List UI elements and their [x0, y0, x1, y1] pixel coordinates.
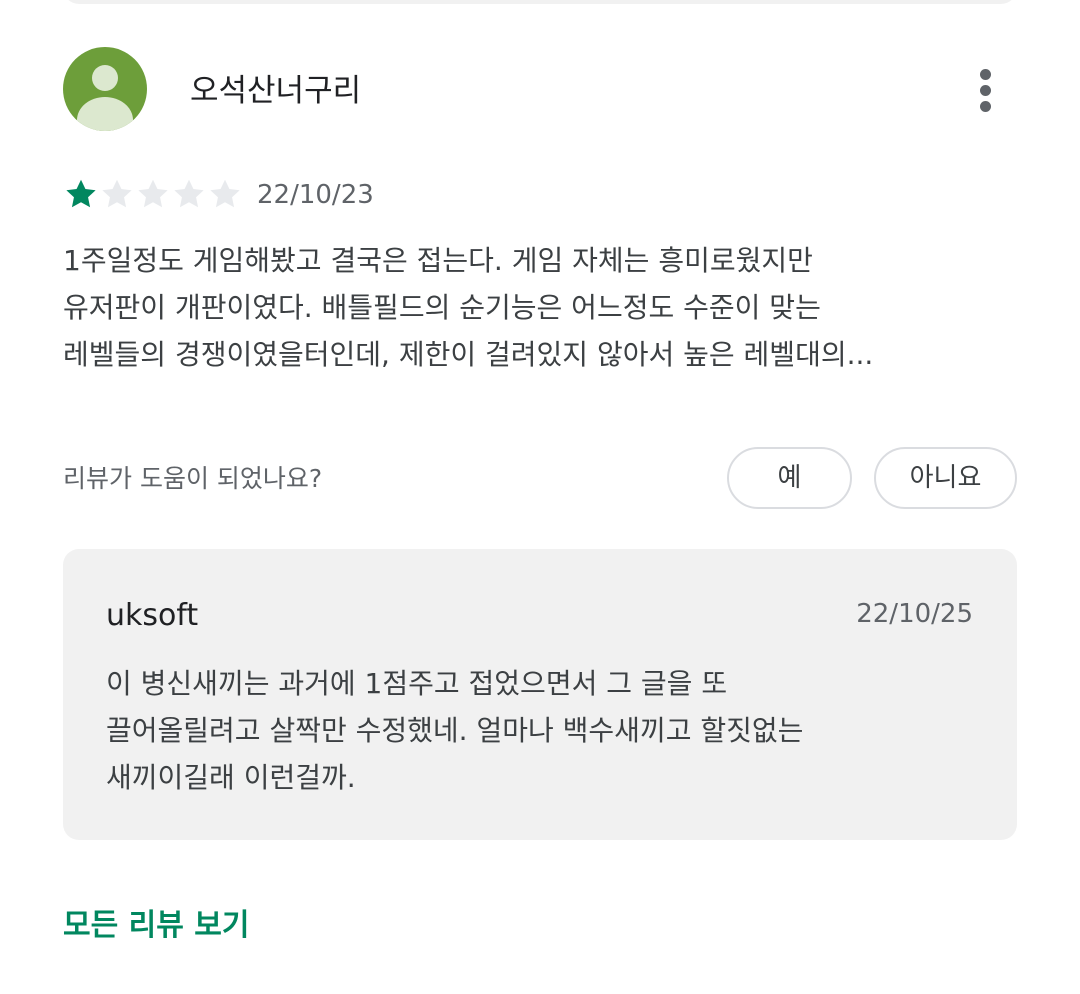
more-vert-icon-dot: [980, 85, 991, 96]
reply-date: 22/10/25: [856, 599, 973, 629]
helpful-no-button[interactable]: 아니요: [874, 447, 1017, 509]
avatar-body: [77, 97, 133, 131]
see-all-reviews-link[interactable]: 모든 리뷰 보기: [63, 906, 250, 946]
developer-reply-card: uksoft 22/10/25 이 병신새끼는 과거에 1점주고 접었으면서 그…: [63, 549, 1017, 840]
star-empty-icon: [174, 179, 204, 208]
star-empty-icon: [210, 179, 240, 208]
review-date: 22/10/23: [257, 180, 374, 210]
star-rating: [63, 176, 243, 212]
star-empty-icon: [138, 179, 168, 208]
star-empty-icon: [102, 179, 132, 208]
developer-name: uksoft: [106, 598, 199, 633]
reply-text-line: 새끼이길래 이런걸까.: [106, 761, 356, 794]
review-text-line: 1주일정도 게임해봤고 결국은 접는다. 게임 자체는 흥미로웠지만: [63, 244, 813, 277]
review-text-line: 유저판이 개판이였다. 배틀필드의 순기능은 어느정도 수준이 맞는: [63, 291, 821, 324]
more-vert-icon: [980, 69, 991, 80]
previous-card-edge: [63, 0, 1017, 4]
reply-text-line: 이 병신새끼는 과거에 1점주고 접었으면서 그 글을 또: [106, 667, 728, 700]
person-avatar-icon: [92, 65, 118, 91]
review-text-line: 레벨들의 경쟁이였을터인데, 제한이 걸려있지 않아서 높은 레벨대의...: [63, 338, 874, 371]
more-vert-icon-dot: [980, 101, 991, 112]
reviewer-name: 오석산너구리: [190, 73, 362, 109]
more-options-button[interactable]: [962, 62, 1010, 118]
reviewer-avatar: [63, 47, 147, 131]
helpful-question: 리뷰가 도움이 되었나요?: [63, 464, 323, 493]
helpful-yes-button[interactable]: 예: [727, 447, 852, 509]
star-filled-icon: [66, 179, 96, 208]
reply-text-line: 끌어올릴려고 살짝만 수정했네. 얼마나 백수새끼고 할짓없는: [106, 714, 804, 747]
